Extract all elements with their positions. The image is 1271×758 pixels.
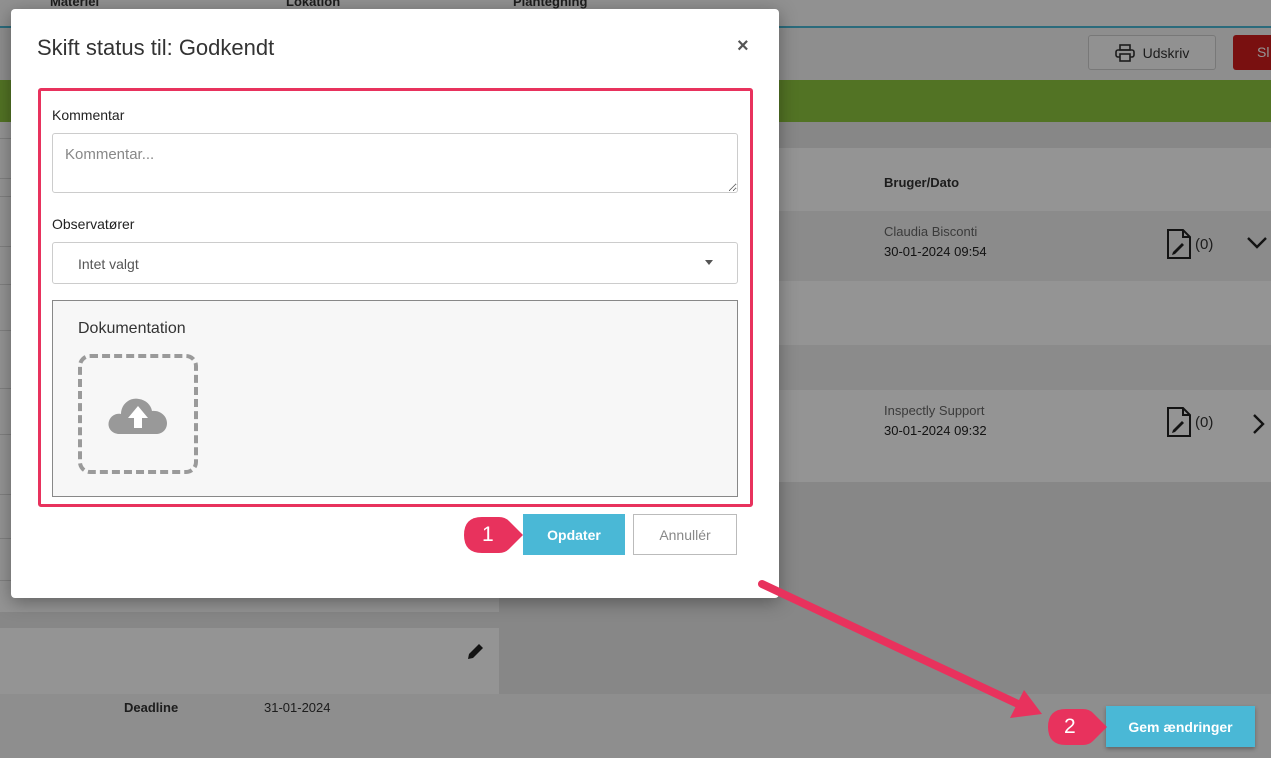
annotation-layer xyxy=(464,517,1107,745)
step-marker-2: 2 xyxy=(1064,715,1076,738)
step-marker-1: 1 xyxy=(482,523,494,546)
